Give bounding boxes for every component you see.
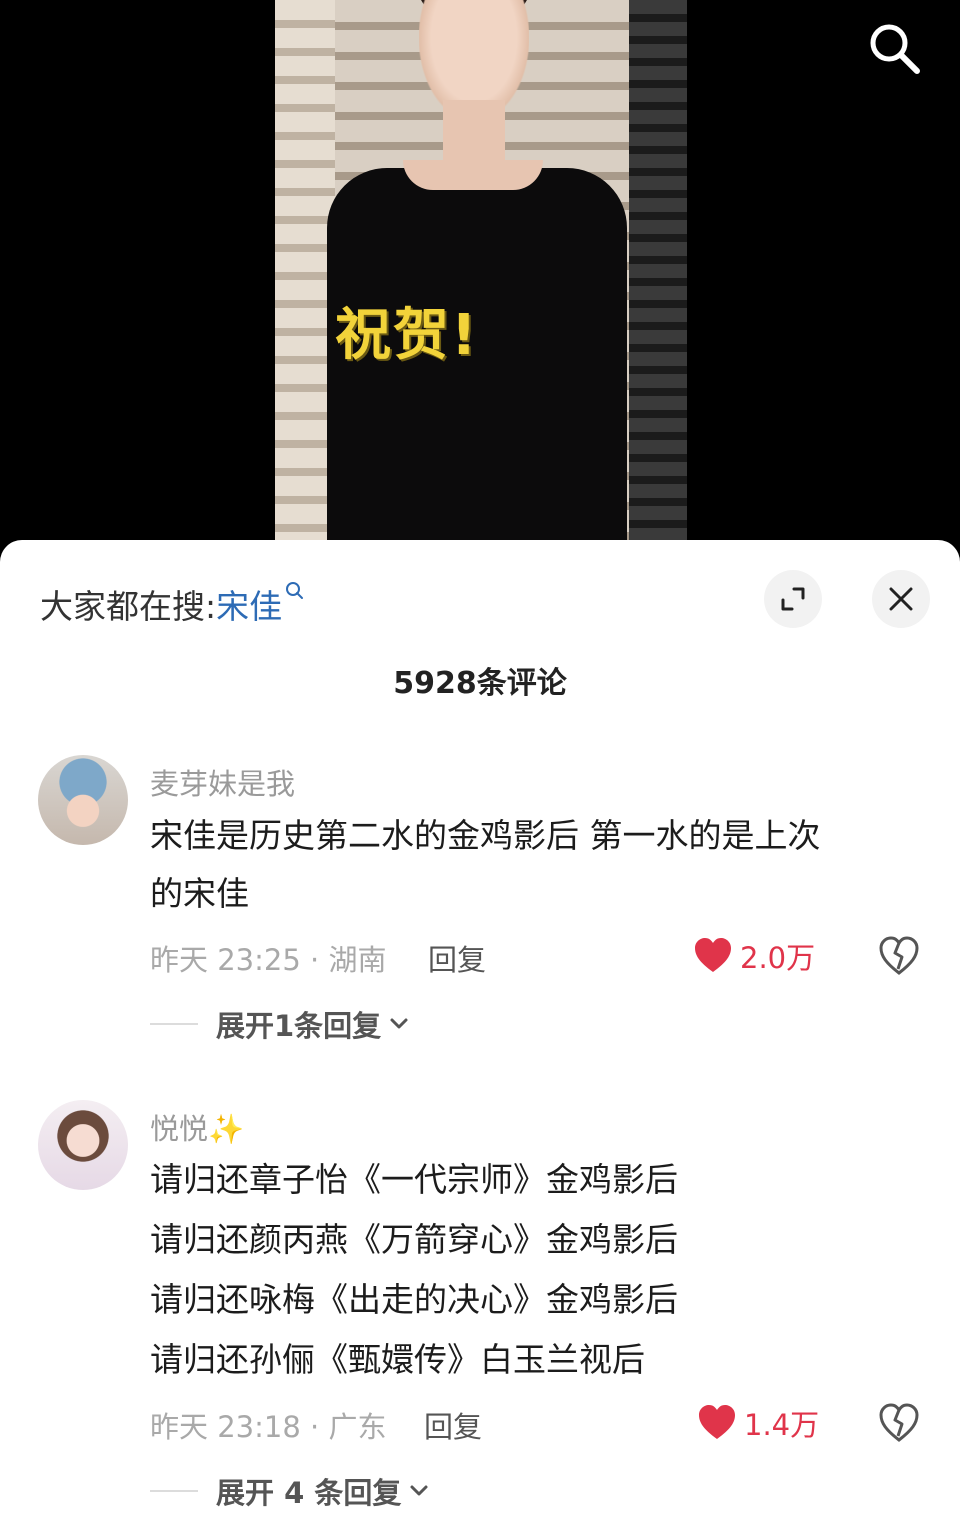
divider-line [150, 1490, 198, 1492]
expand-replies-button[interactable]: 展开1条回复 [150, 1003, 409, 1045]
broken-heart-icon [879, 936, 919, 975]
heart-icon [695, 938, 731, 972]
trending-search-keyword[interactable]: 宋佳 [216, 587, 282, 626]
close-icon [889, 587, 913, 611]
chevron-down-icon [410, 1485, 428, 1496]
search-button[interactable] [866, 20, 922, 76]
expand-icon [781, 587, 805, 611]
comment-username-text: 悦悦 [150, 1112, 209, 1146]
trending-search-label: 大家都在搜: [40, 587, 217, 626]
reply-button[interactable]: 回复 [428, 937, 486, 979]
heart-icon [699, 1405, 735, 1439]
comments-sheet: 大家都在搜:宋佳 5928条评论 麦芽妹是我 宋佳是历史第二水的金鸡影后 第一水… [0, 540, 960, 1530]
avatar[interactable] [38, 755, 128, 845]
comment-line: 请归还颜丙燕《万箭穿心》金鸡影后 [150, 1220, 678, 1259]
comment-line: 请归还咏梅《出走的决心》金鸡影后 [150, 1280, 678, 1319]
comment-meta: 昨天 23:25 · 湖南 [150, 943, 387, 977]
divider-line [150, 1023, 198, 1025]
expand-button[interactable] [764, 570, 822, 628]
comment-meta: 昨天 23:18 · 广东 [150, 1410, 387, 1444]
expand-replies-button[interactable]: 展开 4 条回复 [150, 1470, 429, 1512]
expand-replies-label: 展开1条回复 [216, 1009, 382, 1043]
background-shutter [629, 0, 687, 560]
avatar[interactable] [38, 1100, 128, 1190]
broken-heart-icon [879, 1403, 919, 1442]
comment-username[interactable]: 悦悦✨ [150, 1106, 244, 1148]
video-overlay-caption: 祝贺! [335, 303, 479, 368]
comment-text: 请归还章子怡《一代宗师》金鸡影后 请归还颜丙燕《万箭穿心》金鸡影后 请归还咏梅《… [150, 1150, 678, 1390]
comment-line: 的宋佳 [150, 874, 249, 913]
chevron-down-icon [390, 1018, 408, 1029]
sparkle-emoji: ✨ [208, 1112, 245, 1146]
comment-text: 宋佳是历史第二水的金鸡影后 第一水的是上次 的宋佳 [150, 807, 821, 923]
reply-button[interactable]: 回复 [424, 1404, 482, 1446]
video-player[interactable]: 祝贺! [0, 0, 960, 560]
like-button[interactable]: 2.0万 [694, 935, 815, 977]
expand-replies-label: 展开 4 条回复 [216, 1476, 402, 1510]
dislike-button[interactable] [878, 1402, 920, 1444]
background-wall [275, 0, 335, 560]
comment-username[interactable]: 麦芽妹是我 [150, 761, 295, 803]
comment-line: 请归还孙俪《甄嬛传》白玉兰视后 [150, 1340, 645, 1379]
comment-line: 宋佳是历史第二水的金鸡影后 第一水的是上次 [150, 816, 821, 855]
figure-neckline [403, 160, 543, 190]
like-button[interactable]: 1.4万 [698, 1402, 819, 1444]
search-icon [286, 582, 304, 599]
close-button[interactable] [872, 570, 930, 628]
comment-line: 请归还章子怡《一代宗师》金鸡影后 [150, 1160, 678, 1199]
search-icon [870, 24, 920, 74]
dislike-button[interactable] [878, 935, 920, 977]
comment-count: 5928条评论 [393, 666, 567, 701]
like-count: 1.4万 [744, 1408, 820, 1442]
video-frame: 祝贺! [275, 0, 687, 560]
like-count: 2.0万 [740, 941, 816, 975]
trending-search[interactable]: 大家都在搜:宋佳 [40, 580, 304, 628]
